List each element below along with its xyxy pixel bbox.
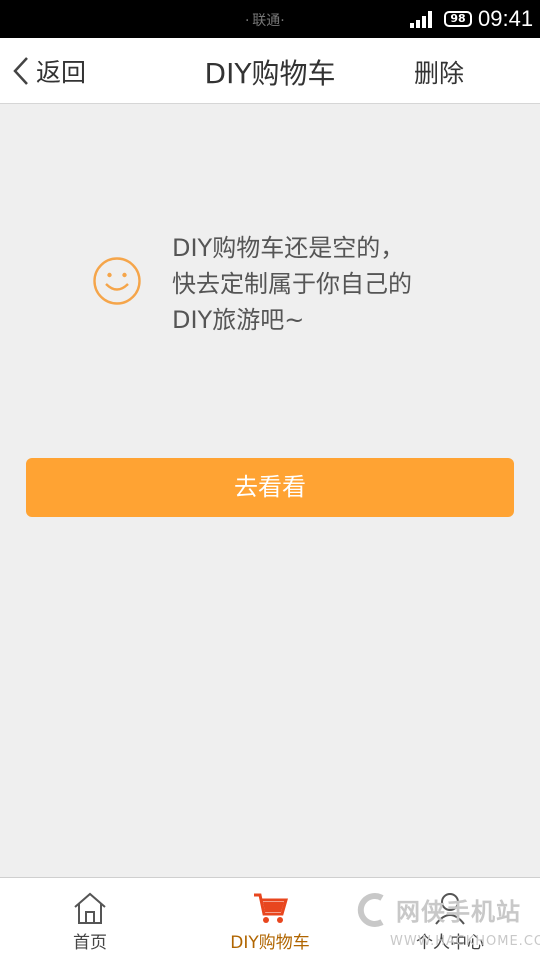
user-icon xyxy=(435,893,465,925)
carrier-label: · 联通· xyxy=(245,13,285,29)
empty-message: DIY购物车还是空的， 快去定制属于你自己的 DIY旅游吧~ xyxy=(172,230,412,338)
empty-message-line: DIY购物车还是空的， xyxy=(172,234,405,262)
battery-icon: 98 xyxy=(444,11,472,27)
tab-home[interactable]: 首页 xyxy=(0,878,180,960)
tab-cart-label: DIY购物车 xyxy=(230,933,310,953)
tab-profile-label: 个人中心 xyxy=(416,933,484,953)
status-time: 09:41 xyxy=(478,6,534,31)
tab-profile[interactable]: 个人中心 xyxy=(360,878,540,960)
tab-cart[interactable]: DIY购物车 xyxy=(180,878,360,960)
signal-icon xyxy=(410,11,432,28)
empty-state: DIY购物车还是空的， 快去定制属于你自己的 DIY旅游吧~ xyxy=(92,230,492,340)
empty-message-line: 快去定制属于你自己的 xyxy=(172,270,412,298)
empty-message-line: DIY旅游吧~ xyxy=(172,306,305,334)
browse-button[interactable]: 去看看 xyxy=(26,458,514,517)
header: 返回 DIY购物车 删除 xyxy=(0,38,540,104)
smile-icon xyxy=(93,257,141,305)
tab-home-label: 首页 xyxy=(73,933,107,953)
delete-button[interactable]: 删除 xyxy=(414,54,464,90)
tab-bar: 首页 DIY购物车 个人中心 xyxy=(0,877,540,960)
status-bar: · 联通· 98 09:41 xyxy=(0,0,540,38)
cart-icon xyxy=(254,893,288,923)
battery-level: 98 xyxy=(450,12,466,25)
home-icon xyxy=(74,892,106,924)
